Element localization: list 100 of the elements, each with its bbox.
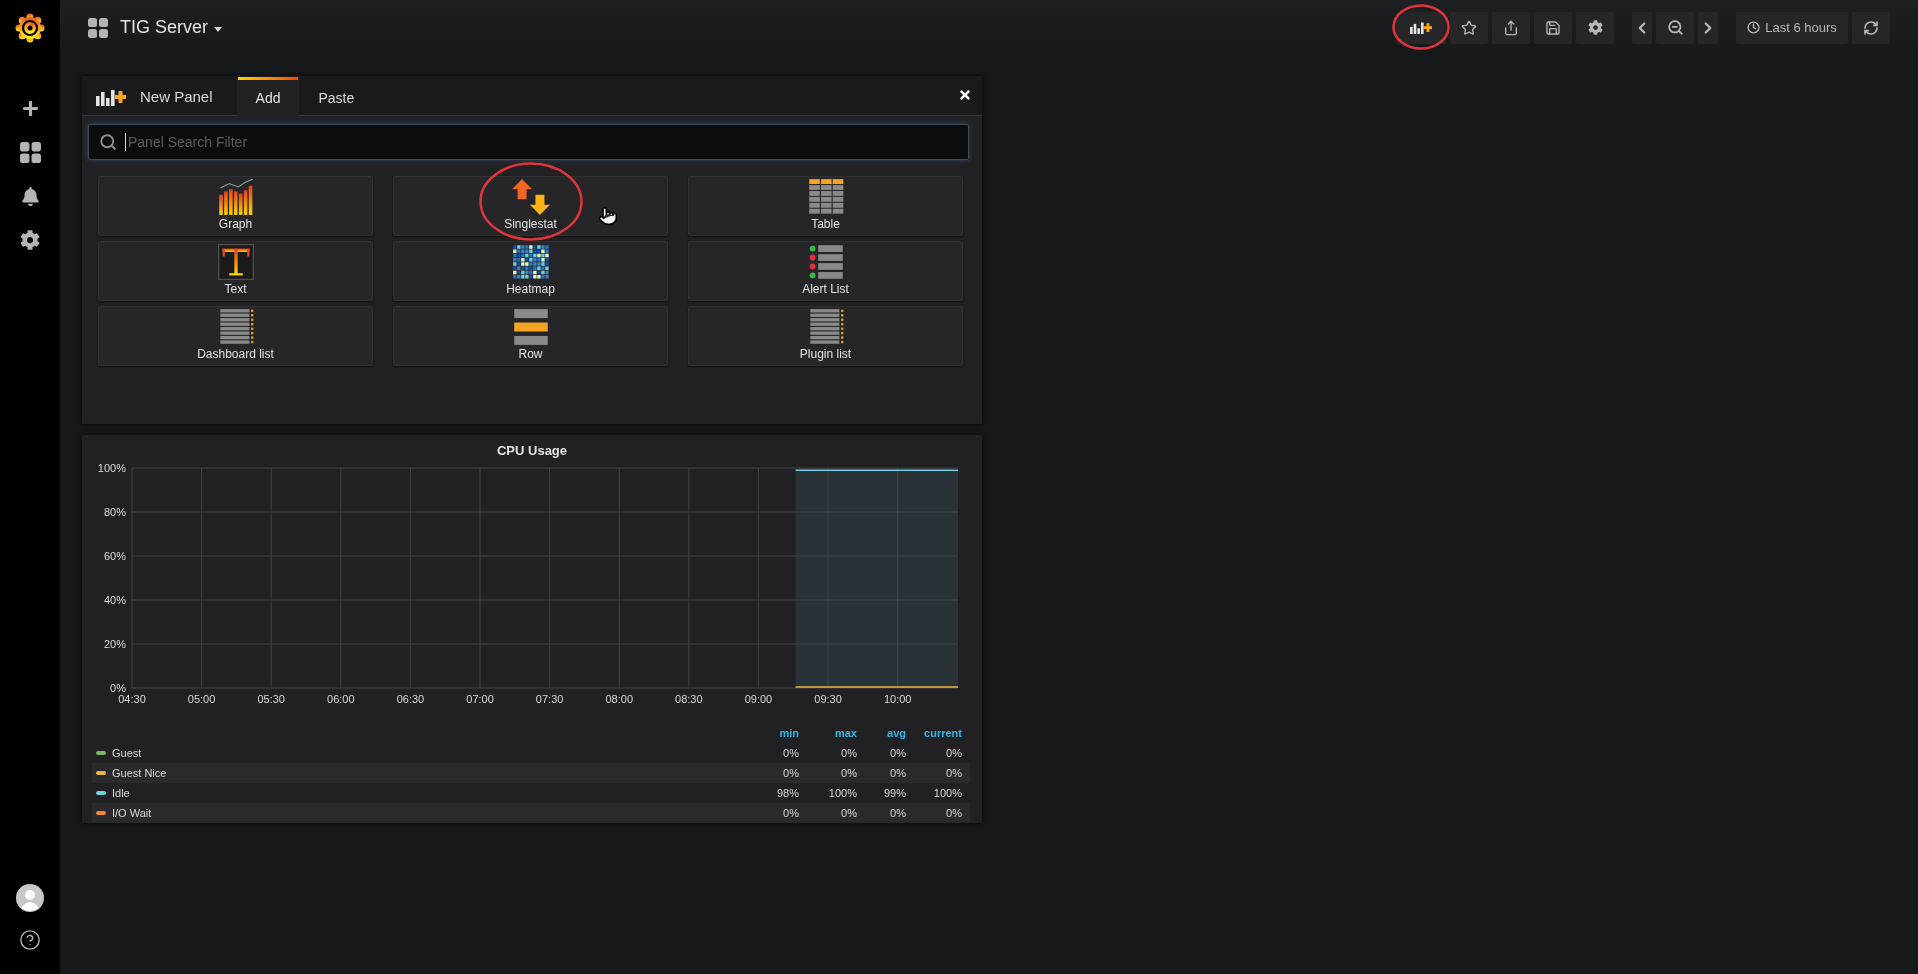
legend-value: 0%: [782, 747, 799, 759]
y-axis-label: 20%: [103, 638, 126, 650]
panel-type-label: Row: [518, 347, 543, 361]
legend-value: 0%: [889, 767, 906, 779]
legend-value: 0%: [840, 747, 857, 759]
legend-value: 0%: [945, 747, 962, 759]
panel-type-card[interactable]: Text: [98, 241, 373, 301]
legend-value: 0%: [782, 767, 799, 779]
x-axis-label: 07:30: [535, 693, 564, 705]
rows-icon: [511, 309, 550, 345]
legend-value: 100%: [932, 787, 962, 799]
back-button[interactable]: [1632, 11, 1652, 44]
search-icon: [99, 133, 117, 151]
y-axis-label: 0%: [110, 682, 126, 694]
panel-type-label: Singlestat: [504, 217, 557, 231]
bell-icon: [20, 186, 40, 206]
heatmap-icon: [511, 244, 550, 280]
panel-type-card[interactable]: Alert List: [688, 241, 963, 301]
star-icon: [1461, 19, 1477, 36]
panel-type-card[interactable]: Plugin list: [688, 306, 963, 366]
clock-icon: [1747, 21, 1761, 34]
plus-icon: [21, 99, 39, 117]
x-axis-label: 06:30: [396, 693, 425, 705]
legend-series-name[interactable]: Guest Nice: [112, 767, 167, 779]
add-panel-button[interactable]: [1396, 11, 1446, 44]
add-panel-icon: [96, 87, 126, 106]
panel-type-label: Text: [224, 282, 247, 296]
panel-type-card[interactable]: Row: [393, 306, 668, 366]
search-bar[interactable]: Panel Search Filter: [88, 124, 969, 160]
settings-button[interactable]: [1576, 11, 1614, 44]
panel-type-card[interactable]: Dashboard list: [98, 306, 373, 366]
x-axis-label: 08:30: [675, 693, 703, 705]
panel-type-label: Heatmap: [506, 282, 555, 296]
legend-value: 0%: [840, 767, 857, 779]
panel-type-label: Table: [811, 217, 840, 231]
panel-type-label: Dashboard list: [197, 347, 274, 361]
settings-icon: [1587, 20, 1603, 35]
legend-value: 0%: [945, 767, 962, 779]
refresh-button[interactable]: [1852, 11, 1890, 44]
panel-type-card[interactable]: Table: [688, 176, 963, 236]
legend-value: 0%: [889, 747, 906, 759]
save-icon: [1545, 19, 1561, 36]
panel-type-card[interactable]: Heatmap: [393, 241, 668, 301]
x-axis-label: 07:00: [466, 693, 494, 705]
hand-cursor-icon: [598, 206, 618, 226]
legend-value: 0%: [840, 807, 857, 819]
caret-icon: [214, 26, 222, 32]
series-color-swatch[interactable]: [96, 751, 106, 755]
legend-value: 99%: [882, 787, 906, 799]
legend-value: 0%: [889, 807, 906, 819]
forward-button[interactable]: [1698, 11, 1718, 44]
dashboard-title: TIG Server: [120, 17, 208, 38]
serif-t-icon: [216, 244, 255, 280]
y-axis-label: 40%: [103, 594, 126, 606]
bar-chart-icon: [216, 179, 255, 215]
share-button[interactable]: [1492, 11, 1530, 44]
time-range-button[interactable]: Last 6 hours: [1736, 11, 1848, 44]
x-axis-label: 10:00: [883, 693, 912, 705]
zoom-out-button[interactable]: [1656, 11, 1694, 44]
grid-icon: [19, 141, 41, 163]
x-axis-label: 08:00: [605, 693, 633, 705]
series-color-swatch[interactable]: [96, 811, 106, 815]
y-axis-label: 60%: [103, 550, 126, 562]
legend-value: 0%: [945, 807, 962, 819]
dashboard-picker[interactable]: TIG Server: [88, 17, 222, 38]
tab[interactable]: Add: [236, 77, 300, 116]
avatar-icon: [16, 884, 44, 912]
panel-type-label: Graph: [218, 217, 253, 231]
panel-type-label: Alert List: [802, 282, 849, 296]
legend-value: 100%: [827, 787, 857, 799]
up-down-arrows-icon: [511, 179, 550, 215]
legend-column-header[interactable]: min: [741, 727, 799, 739]
close-icon: [958, 88, 972, 102]
share-icon: [1503, 19, 1519, 36]
y-axis-label: 100%: [97, 462, 126, 474]
x-axis-label: 09:30: [814, 693, 842, 705]
series-color-swatch[interactable]: [96, 791, 106, 795]
legend-column-header[interactable]: max: [799, 727, 857, 739]
highlight-circle: [1392, 3, 1450, 50]
save-button[interactable]: [1534, 11, 1572, 44]
y-axis-label: 80%: [103, 506, 126, 518]
close-button[interactable]: [958, 88, 972, 102]
legend-series-name[interactable]: Idle: [112, 787, 130, 799]
panel-type-card[interactable]: Singlestat: [393, 176, 668, 236]
search-field[interactable]: Panel Search Filter: [125, 133, 958, 151]
legend-column-header[interactable]: current: [906, 727, 962, 739]
x-axis-label: 05:30: [257, 693, 285, 705]
legend-column-header[interactable]: avg: [857, 727, 906, 739]
x-axis-label: 06:00: [327, 693, 355, 705]
add-panel-icon: [1410, 20, 1432, 35]
series-color-swatch[interactable]: [96, 771, 106, 775]
tab[interactable]: Paste: [299, 77, 374, 116]
panel-type-card[interactable]: Graph: [98, 176, 373, 236]
star-button[interactable]: [1450, 11, 1488, 44]
refresh-icon: [1863, 19, 1879, 36]
legend-series-name[interactable]: I/O Wait: [112, 807, 152, 819]
logo-icon[interactable]: [14, 12, 46, 44]
x-axis-label: 04:30: [118, 693, 146, 705]
legend-series-name[interactable]: Guest: [112, 747, 142, 759]
panel-title: CPU Usage: [495, 442, 569, 460]
